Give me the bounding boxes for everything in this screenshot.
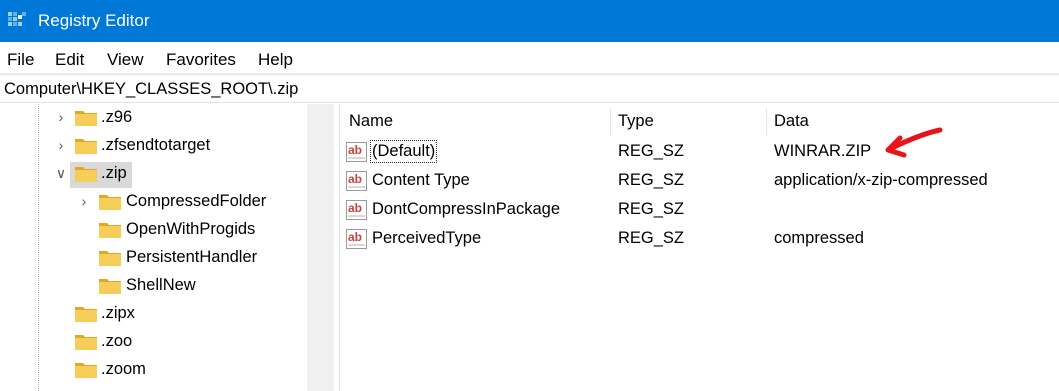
folder-icon xyxy=(75,165,97,182)
tree-item[interactable]: ∨ .zip xyxy=(56,162,132,188)
svg-text:ab: ab xyxy=(348,201,362,215)
menu-favorites[interactable]: Favorites xyxy=(166,50,236,70)
column-divider[interactable] xyxy=(610,108,611,136)
string-value-ab-icon: ab xyxy=(346,171,367,191)
value-name[interactable]: DontCompressInPackage xyxy=(372,200,560,219)
address-path[interactable]: Computer\HKEY_CLASSES_ROOT\.zip xyxy=(4,80,298,99)
tree-item-label: CompressedFolder xyxy=(126,192,267,210)
tree-item[interactable]: OpenWithProgids xyxy=(0,218,300,244)
value-data: WINRAR.ZIP xyxy=(774,142,872,160)
tree-item-label: OpenWithProgids xyxy=(126,220,256,238)
tree-item[interactable]: .zipx xyxy=(0,302,300,328)
tree-scrollbar[interactable] xyxy=(307,104,334,391)
menu-bar: File Edit View Favorites Help xyxy=(0,43,1059,73)
folder-icon xyxy=(75,305,97,322)
string-value-ab-icon: ab xyxy=(346,229,367,249)
address-bar[interactable]: Computer\HKEY_CLASSES_ROOT\.zip xyxy=(0,74,1059,103)
folder-icon xyxy=(99,193,121,210)
value-row[interactable]: ab Content Type REG_SZ application/x-zip-co… xyxy=(341,167,1059,196)
menu-edit[interactable]: Edit xyxy=(55,50,84,70)
tree-item-label: ShellNew xyxy=(126,276,196,294)
tree-item-label: .zfsendtotarget xyxy=(101,136,211,154)
chevron-right-icon[interactable]: › xyxy=(55,138,67,152)
tree-item-label: .zoom xyxy=(101,360,146,378)
value-list: Name Type Data ab (Default) REG_SZ WINRAR.Z… xyxy=(341,104,1059,391)
value-row[interactable]: ab (Default) REG_SZ WINRAR.ZIP xyxy=(341,138,1059,167)
folder-icon xyxy=(75,361,97,378)
tree-item[interactable]: › .z96 xyxy=(0,106,300,132)
tree-item[interactable]: › CompressedFolder xyxy=(0,190,300,216)
value-name[interactable]: (Default) xyxy=(369,140,438,163)
string-value-ab-icon: ab xyxy=(346,142,367,162)
column-header-type[interactable]: Type xyxy=(618,112,654,131)
value-data: application/x-zip-compressed xyxy=(774,171,988,189)
value-name[interactable]: PerceivedType xyxy=(372,229,481,248)
menu-view[interactable]: View xyxy=(107,50,144,70)
column-header-name[interactable]: Name xyxy=(349,112,393,131)
value-name[interactable]: Content Type xyxy=(372,171,470,190)
value-data: compressed xyxy=(774,229,864,247)
value-type: REG_SZ xyxy=(618,142,685,160)
folder-icon xyxy=(75,333,97,350)
tree-item-label: .zipx xyxy=(101,304,135,322)
column-header-data[interactable]: Data xyxy=(774,112,809,131)
folder-icon xyxy=(75,137,97,154)
tree-item-label: .zoo xyxy=(101,332,133,350)
red-arrow-icon xyxy=(885,127,943,158)
chevron-down-icon[interactable]: ∨ xyxy=(55,166,67,180)
tree-item[interactable]: .zoom xyxy=(0,358,300,384)
tree-item[interactable]: › .zfsendtotarget xyxy=(0,134,300,160)
tree-item-label: PersistentHandler xyxy=(126,248,258,266)
pane-splitter[interactable] xyxy=(334,104,340,391)
value-row[interactable]: ab DontCompressInPackage REG_SZ xyxy=(341,196,1059,225)
window-title: Registry Editor xyxy=(38,11,150,30)
folder-icon xyxy=(99,221,121,238)
chevron-right-icon[interactable]: › xyxy=(78,194,90,208)
value-type: REG_SZ xyxy=(618,229,685,247)
tree-item[interactable]: PersistentHandler xyxy=(0,246,300,272)
menu-help[interactable]: Help xyxy=(258,50,293,70)
tree-item-label: .z96 xyxy=(101,108,133,126)
registry-editor-icon xyxy=(8,12,26,26)
svg-text:ab: ab xyxy=(348,230,362,244)
value-row[interactable]: ab PerceivedType REG_SZ compressed xyxy=(341,225,1059,254)
tree-item-label: .zip xyxy=(101,164,127,182)
value-type: REG_SZ xyxy=(618,171,685,189)
folder-icon xyxy=(99,249,121,266)
column-divider[interactable] xyxy=(766,108,767,136)
svg-text:ab: ab xyxy=(348,143,362,157)
tree-item[interactable]: .zoo xyxy=(0,330,300,356)
value-type: REG_SZ xyxy=(618,200,685,218)
string-value-ab-icon: ab xyxy=(346,200,367,220)
tree-item[interactable]: ShellNew xyxy=(0,274,300,300)
menu-file[interactable]: File xyxy=(7,50,34,70)
title-bar: Registry Editor xyxy=(0,0,1059,42)
key-tree: › .z96 › .zfsendtotarget ∨ .zip › CompressedFol… xyxy=(0,104,307,391)
folder-icon xyxy=(75,109,97,126)
chevron-right-icon[interactable]: › xyxy=(55,110,67,124)
svg-text:ab: ab xyxy=(348,172,362,186)
folder-icon xyxy=(99,277,121,294)
